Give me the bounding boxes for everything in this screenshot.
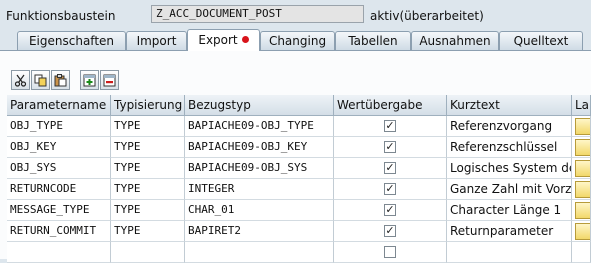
modified-indicator-icon <box>241 36 249 43</box>
pass-by-value-cell: ✓ <box>334 158 447 179</box>
long-text-cell <box>572 242 591 263</box>
reference-type-cell[interactable]: BAPIACHE09-OBJ_KEY <box>185 137 334 158</box>
long-text-cell <box>572 116 591 137</box>
status-text: aktiv(überarbeitet) <box>370 9 484 23</box>
pass-by-value-cell: ✓ <box>334 116 447 137</box>
short-text-cell[interactable]: Character Länge 1 <box>447 200 572 221</box>
tab-export[interactable]: Export <box>187 29 260 51</box>
typing-cell[interactable]: TYPE <box>111 116 185 137</box>
long-text-button[interactable] <box>575 223 590 240</box>
short-text-cell[interactable]: Referenzschlüssel <box>447 137 572 158</box>
reference-type-cell[interactable] <box>185 242 334 263</box>
insert-row-icon[interactable] <box>80 70 99 90</box>
reference-type-cell[interactable]: BAPIACHE09-OBJ_SYS <box>185 158 334 179</box>
reference-type-cell[interactable]: BAPIACHE09-OBJ_TYPE <box>185 116 334 137</box>
parameter-name-cell[interactable]: OBJ_TYPE <box>7 116 111 137</box>
typing-cell[interactable]: TYPE <box>111 221 185 242</box>
long-text-button[interactable] <box>575 160 590 177</box>
pass-by-value-cell: ✓ <box>334 137 447 158</box>
parameter-name-cell[interactable]: OBJ_SYS <box>7 158 111 179</box>
short-text-cell[interactable]: Returnparameter <box>447 221 572 242</box>
pass-by-value-cell: ✓ <box>334 179 447 200</box>
parameter-name-cell[interactable]: OBJ_KEY <box>7 137 111 158</box>
long-text-cell <box>572 158 591 179</box>
reference-type-cell[interactable]: CHAR_01 <box>185 200 334 221</box>
long-text-button[interactable] <box>575 118 590 135</box>
function-module-name-field[interactable]: Z_ACC_DOCUMENT_POST <box>151 5 364 23</box>
checkbox-checked-icon[interactable]: ✓ <box>384 225 396 237</box>
column-header-kurztext[interactable]: Kurztext <box>447 95 572 116</box>
typing-cell[interactable]: TYPE <box>111 137 185 158</box>
copy-icon[interactable] <box>31 70 50 90</box>
long-text-cell <box>572 179 591 200</box>
long-text-button[interactable] <box>575 181 590 198</box>
checkbox-checked-icon[interactable]: ✓ <box>384 120 396 132</box>
long-text-button[interactable] <box>575 139 590 156</box>
long-text-button[interactable] <box>575 202 590 219</box>
tab-import[interactable]: Import <box>126 31 187 50</box>
typing-cell[interactable]: TYPE <box>111 200 185 221</box>
short-text-cell[interactable] <box>447 242 572 263</box>
parameter-name-cell[interactable]: MESSAGE_TYPE <box>7 200 111 221</box>
typing-cell[interactable]: TYPE <box>111 179 185 200</box>
tab-ausnahmen[interactable]: Ausnahmen <box>411 31 499 50</box>
parameter-name-cell[interactable] <box>7 242 111 263</box>
delete-row-icon[interactable] <box>100 70 119 90</box>
short-text-cell[interactable]: Ganze Zahl mit Vorzei... <box>447 179 572 200</box>
long-text-cell <box>572 137 591 158</box>
long-text-cell <box>572 200 591 221</box>
column-header-bezugstyp[interactable]: Bezugstyp <box>185 95 334 116</box>
tab-changing[interactable]: Changing <box>260 31 335 50</box>
cut-icon[interactable] <box>11 70 30 90</box>
checkbox-checked-icon[interactable]: ✓ <box>384 183 396 195</box>
column-header-parametername[interactable]: Parametername <box>7 95 111 116</box>
checkbox-checked-icon[interactable]: ✓ <box>384 141 396 153</box>
checkbox-checked-icon[interactable]: ✓ <box>384 204 396 216</box>
paste-icon[interactable] <box>51 70 70 90</box>
pass-by-value-cell <box>334 242 447 263</box>
pass-by-value-cell: ✓ <box>334 200 447 221</box>
pass-by-value-cell: ✓ <box>334 221 447 242</box>
short-text-cell[interactable]: Logisches System de... <box>447 158 572 179</box>
long-text-cell <box>572 221 591 242</box>
typing-cell[interactable] <box>111 242 185 263</box>
column-header-typisierung[interactable]: Typisierung <box>111 95 185 116</box>
tab-quelltext[interactable]: Quelltext <box>499 31 583 50</box>
tab-eigenschaften[interactable]: Eigenschaften <box>17 31 126 50</box>
parameter-name-cell[interactable]: RETURN_COMMIT <box>7 221 111 242</box>
parameter-name-cell[interactable]: RETURNCODE <box>7 179 111 200</box>
typing-cell[interactable]: TYPE <box>111 158 185 179</box>
short-text-cell[interactable]: Referenzvorgang <box>447 116 572 137</box>
checkbox-checked-icon[interactable]: ✓ <box>384 162 396 174</box>
tab-tabellen[interactable]: Tabellen <box>335 31 411 50</box>
column-header-wertuebergabe[interactable]: Wertübergabe <box>334 95 447 116</box>
function-module-label: Funktionsbaustein <box>6 9 116 23</box>
tab-strip: Eigenschaften Import Export Changing Tab… <box>0 29 591 51</box>
reference-type-cell[interactable]: INTEGER <box>185 179 334 200</box>
reference-type-cell[interactable]: BAPIRET2 <box>185 221 334 242</box>
checkbox-unchecked-icon[interactable] <box>384 246 396 258</box>
column-header-langtext[interactable]: La <box>572 95 591 116</box>
